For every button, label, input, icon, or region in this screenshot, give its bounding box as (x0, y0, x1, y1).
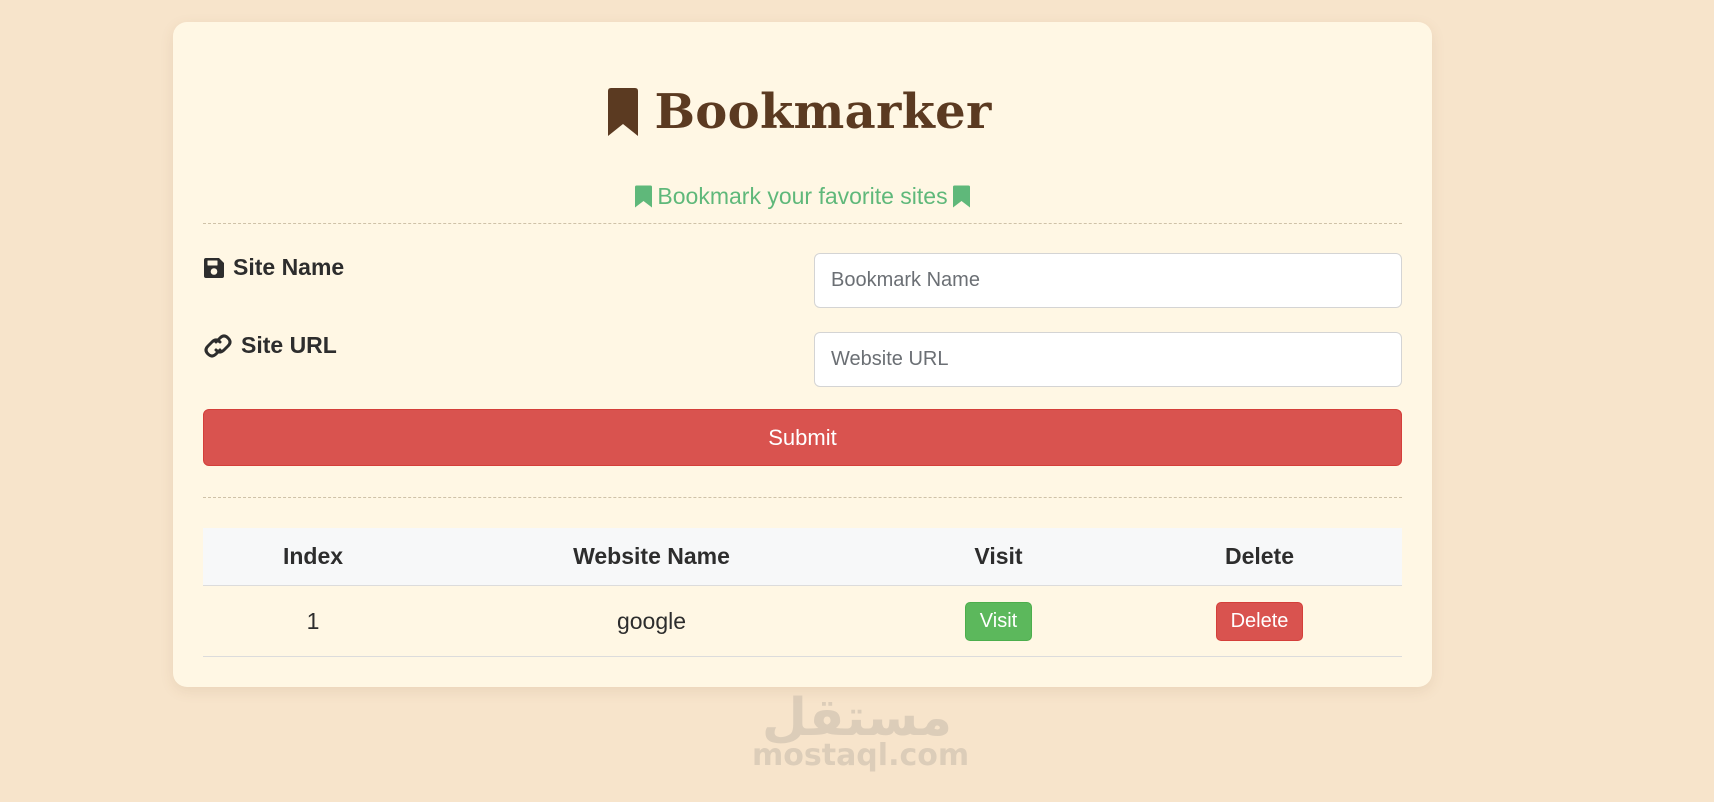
visit-button[interactable]: Visit (964, 601, 1033, 641)
app-title: Bookmarker (654, 84, 992, 140)
table-row: 1 google Visit Delete (203, 585, 1402, 657)
site-name-label: Site Name (203, 254, 344, 281)
header-delete: Delete (1117, 528, 1402, 586)
header-visit: Visit (880, 528, 1117, 586)
row-website-name: google (423, 585, 880, 657)
bookmarks-table: Index Website Name Visit Delete 1 google… (203, 528, 1402, 657)
bookmark-icon (952, 185, 970, 208)
row-visit-cell: Visit (880, 585, 1117, 657)
submit-button[interactable]: Submit (203, 409, 1402, 466)
floppy-disk-icon (204, 257, 224, 278)
link-icon (204, 334, 232, 357)
bookmark-icon (635, 185, 653, 208)
site-url-label: Site URL (203, 332, 337, 359)
bookmark-icon (608, 88, 639, 136)
table-header-row: Index Website Name Visit Delete (203, 528, 1402, 586)
mostaql-watermark: مستقل mostaql.com (752, 690, 970, 773)
site-url-label-text: Site URL (241, 332, 337, 358)
bookmarker-card: Bookmarker Bookmark your favorite sites … (173, 22, 1432, 687)
subtitle-text: Bookmark your favorite sites (657, 183, 948, 209)
site-name-label-text: Site Name (233, 254, 345, 280)
divider (203, 223, 1402, 224)
page-title: Bookmarker (173, 84, 1432, 140)
site-url-input[interactable] (814, 332, 1402, 387)
watermark-latin: mostaql.com (752, 738, 970, 773)
row-delete-cell: Delete (1117, 585, 1402, 657)
divider (203, 497, 1402, 498)
row-index: 1 (203, 585, 423, 657)
header-website-name: Website Name (423, 528, 880, 586)
subtitle: Bookmark your favorite sites (173, 183, 1432, 210)
site-name-input[interactable] (814, 253, 1402, 308)
header-index: Index (203, 528, 423, 586)
delete-button[interactable]: Delete (1215, 601, 1304, 641)
